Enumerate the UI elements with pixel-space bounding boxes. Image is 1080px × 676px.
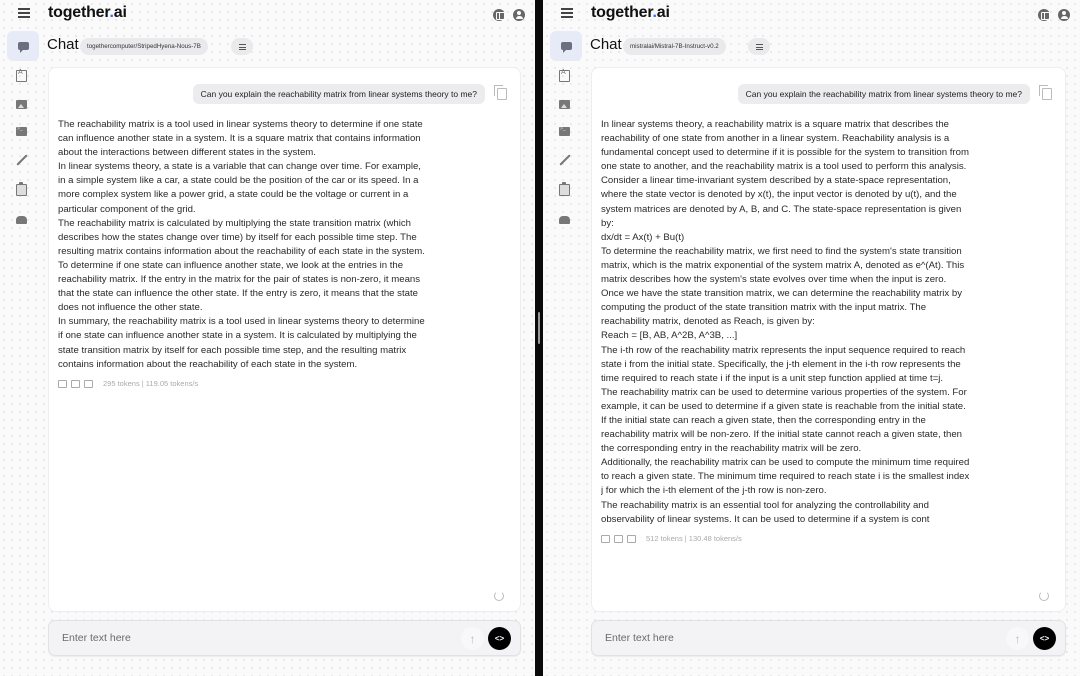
brand-name: together	[591, 4, 653, 21]
chat-transcript[interactable]: Can you explain the reachability matrix …	[591, 67, 1066, 612]
model-selector[interactable]: mistralai/Mistral-7B-Instruct-v0.2	[623, 38, 726, 55]
model-selector[interactable]: togethercomputer/StripedHyena-Nous-7B	[80, 38, 208, 55]
sidebar	[559, 69, 571, 224]
user-account-icon[interactable]	[1058, 9, 1070, 21]
page-title: Chat	[47, 36, 79, 53]
message-input-box: ↑ <>	[48, 620, 521, 656]
answer-paragraph: The i-th row of the reachability matrix …	[601, 344, 966, 384]
upload-icon: ↑	[469, 631, 476, 646]
brand-logo[interactable]: together.ai	[48, 4, 127, 22]
answer-paragraph: The reachability matrix is an essential …	[601, 499, 930, 525]
sliders-icon	[755, 43, 763, 50]
chat-icon	[560, 42, 572, 53]
menu-icon[interactable]	[561, 8, 573, 20]
message-input-box: ↑ <>	[591, 620, 1066, 656]
user-message: Can you explain the reachability matrix …	[192, 84, 485, 104]
chat-transcript[interactable]: Can you explain the reachability matrix …	[48, 67, 521, 612]
brand-suffix: ai	[656, 4, 670, 21]
top-bar: together.ai	[0, 0, 535, 30]
user-message: Can you explain the reachability matrix …	[737, 84, 1030, 104]
book-icon[interactable]	[493, 9, 505, 21]
scroll-fade	[592, 568, 1065, 578]
regenerate-icon[interactable]	[494, 591, 504, 601]
flag-icon[interactable]	[84, 379, 93, 388]
sidebar-image-icon[interactable]	[559, 100, 570, 109]
thumbs-down-icon[interactable]	[71, 379, 80, 388]
answer-body: The reachability matrix is a tool used i…	[58, 118, 430, 372]
assistant-message: The reachability matrix is a tool used i…	[58, 118, 430, 391]
answer-paragraph: Once we have the state transition matrix…	[601, 288, 962, 328]
message-meta: 295 tokens | 119.05 tokens/s	[58, 377, 430, 391]
message-input[interactable]	[605, 621, 937, 655]
regenerate-icon[interactable]	[1039, 591, 1049, 601]
sidebar-clipboard-icon[interactable]	[559, 182, 570, 196]
sidebar-item-chat[interactable]	[550, 31, 582, 61]
sidebar-terminal-icon[interactable]	[16, 126, 27, 136]
send-button[interactable]: <>	[1033, 627, 1056, 650]
answer-paragraph: In linear systems theory, a reachability…	[601, 119, 969, 173]
brand-name: together	[48, 4, 110, 21]
right-chat-pane: together.ai Chat mistralai/Mistral-7B-In…	[543, 0, 1080, 676]
message-meta: 512 tokens | 130.48 tokens/s	[601, 532, 973, 546]
token-stats: 295 tokens | 119.05 tokens/s	[103, 378, 199, 388]
code-icon: <>	[1039, 634, 1050, 643]
page-title: Chat	[590, 36, 622, 53]
left-chat-pane: together.ai Chat togethercomputer/Stripe…	[0, 0, 535, 676]
assistant-message: In linear systems theory, a reachability…	[601, 118, 973, 578]
settings-button[interactable]	[748, 38, 770, 55]
code-icon: <>	[494, 634, 505, 643]
chat-icon	[17, 42, 29, 53]
upload-button[interactable]: ↑	[1006, 627, 1029, 650]
send-button[interactable]: <>	[488, 627, 511, 650]
brand-logo[interactable]: together.ai	[591, 4, 670, 22]
top-bar: together.ai	[543, 0, 1080, 30]
settings-button[interactable]	[231, 38, 253, 55]
sidebar-book-icon[interactable]	[559, 69, 570, 82]
answer-paragraph: Reach = [B, AB, A^2B, A^3B, ...]	[601, 330, 738, 342]
answer-paragraph: In summary, the reachability matrix is a…	[58, 316, 425, 370]
answer-paragraph: The reachability matrix can be used to d…	[601, 386, 967, 455]
sidebar-car-icon[interactable]	[559, 216, 570, 224]
answer-paragraph: In linear systems theory, a state is a v…	[58, 161, 421, 215]
sidebar-brush-icon[interactable]	[559, 154, 571, 166]
sliders-icon	[238, 43, 246, 50]
sidebar-terminal-icon[interactable]	[559, 126, 570, 136]
answer-paragraph: To determine if one state can influence …	[58, 259, 421, 314]
sidebar-brush-icon[interactable]	[16, 154, 28, 166]
sidebar-image-icon[interactable]	[16, 100, 27, 109]
answer-paragraph: To determine the reachability matrix, we…	[601, 245, 965, 286]
answer-body: In linear systems theory, a reachability…	[601, 118, 973, 527]
thumbs-up-icon[interactable]	[58, 379, 67, 388]
answer-paragraph: dx/dt = Ax(t) + Bu(t)	[601, 231, 685, 243]
thumbs-up-icon[interactable]	[601, 534, 610, 543]
split-resize-handle[interactable]	[538, 312, 540, 344]
book-icon[interactable]	[1038, 9, 1050, 21]
sidebar	[16, 69, 28, 224]
sidebar-clipboard-icon[interactable]	[16, 182, 27, 196]
answer-paragraph: The reachability matrix is a tool used i…	[58, 119, 423, 159]
copy-icon[interactable]	[1039, 85, 1052, 100]
user-account-icon[interactable]	[513, 9, 525, 21]
answer-paragraph: Consider a linear time-invariant system …	[601, 175, 962, 229]
brand-suffix: ai	[113, 4, 127, 21]
sidebar-book-icon[interactable]	[16, 69, 27, 82]
sidebar-item-chat[interactable]	[7, 31, 39, 61]
upload-icon: ↑	[1014, 631, 1021, 646]
thumbs-down-icon[interactable]	[614, 534, 623, 543]
sidebar-car-icon[interactable]	[16, 216, 27, 224]
upload-button[interactable]: ↑	[461, 627, 484, 650]
answer-paragraph: Additionally, the reachability matrix ca…	[601, 457, 970, 497]
answer-paragraph: The reachability matrix is calculated by…	[58, 217, 425, 257]
menu-icon[interactable]	[18, 8, 30, 20]
copy-icon[interactable]	[494, 85, 507, 100]
message-input[interactable]	[62, 621, 392, 655]
token-stats: 512 tokens | 130.48 tokens/s	[646, 533, 742, 543]
flag-icon[interactable]	[627, 534, 636, 543]
